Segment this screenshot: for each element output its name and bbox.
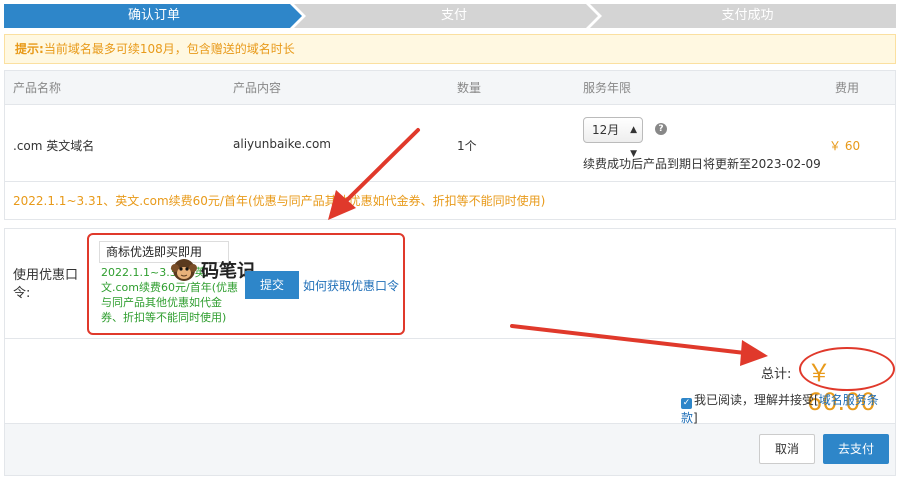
coupon-label: 使用优惠口令: <box>13 268 79 301</box>
promo-text: 2022.1.1~3.31、英文.com续费60元/首年(优惠与同产品其他优惠如… <box>5 181 895 219</box>
renewal-notice: 提示:当前域名最多可续108月，包含赠送的域名时长 <box>4 34 896 64</box>
step-confirm-order: 确认订单 <box>127 8 180 23</box>
product-name: .com 英文域名 <box>13 139 95 153</box>
notice-text: 当前域名最多可续108月，包含赠送的域名时长 <box>43 42 295 56</box>
cancel-button[interactable]: 取消 <box>759 434 815 464</box>
header-fee: 费用 <box>835 81 860 95</box>
coupon-section: 使用优惠口令: 商标优选即买即用 2022.1.1~3.31、英文.com续费6… <box>4 228 896 338</box>
terms-agreement: ✓ 我已阅读，理解并接受[域名服务条款] <box>681 391 895 426</box>
total-section: 总计: ￥ 60.00 ✓ 我已阅读，理解并接受[域名服务条款] <box>4 338 896 426</box>
quantity: 1个 <box>457 139 477 153</box>
agree-checkbox[interactable]: ✓ <box>681 398 692 409</box>
header-product-content: 产品内容 <box>233 81 282 95</box>
monkey-mascot-icon <box>171 259 197 281</box>
term-selected-value: 12月 <box>592 123 620 137</box>
help-icon[interactable]: ? <box>655 123 667 135</box>
total-label: 总计: <box>761 367 792 382</box>
coupon-submit-button[interactable]: 提交 <box>245 271 299 299</box>
notice-prefix: 提示: <box>15 42 44 56</box>
header-quantity: 数量 <box>457 81 482 95</box>
coupon-help-link[interactable]: 如何获取优惠口令 <box>303 277 399 294</box>
agree-text: 我已阅读，理解并接受[ <box>694 393 819 407</box>
progress-steps: 确认订单 支付 支付成功 <box>4 4 896 28</box>
header-product-name: 产品名称 <box>13 81 62 95</box>
step-payment: 支付 <box>440 8 467 23</box>
agree-close: ] <box>693 411 698 425</box>
header-term: 服务年限 <box>583 81 632 95</box>
product-table: 产品名称 产品内容 数量 服务年限 费用 .com 英文域名 aliyunbai… <box>4 70 896 220</box>
pay-button[interactable]: 去支付 <box>823 434 889 464</box>
term-select[interactable]: 12月 ▲ ▼ <box>583 117 643 159</box>
step-payment-success: 支付成功 <box>721 8 774 23</box>
product-fee: ￥ 60 <box>829 139 861 153</box>
product-content: aliyunbaike.com <box>233 137 331 151</box>
renew-note: 续费成功后产品到期日将更新至2023-02-09 <box>583 157 821 171</box>
table-header: 产品名称 产品内容 数量 服务年限 费用 <box>5 71 895 105</box>
action-footer: 取消 去支付 <box>4 424 896 476</box>
